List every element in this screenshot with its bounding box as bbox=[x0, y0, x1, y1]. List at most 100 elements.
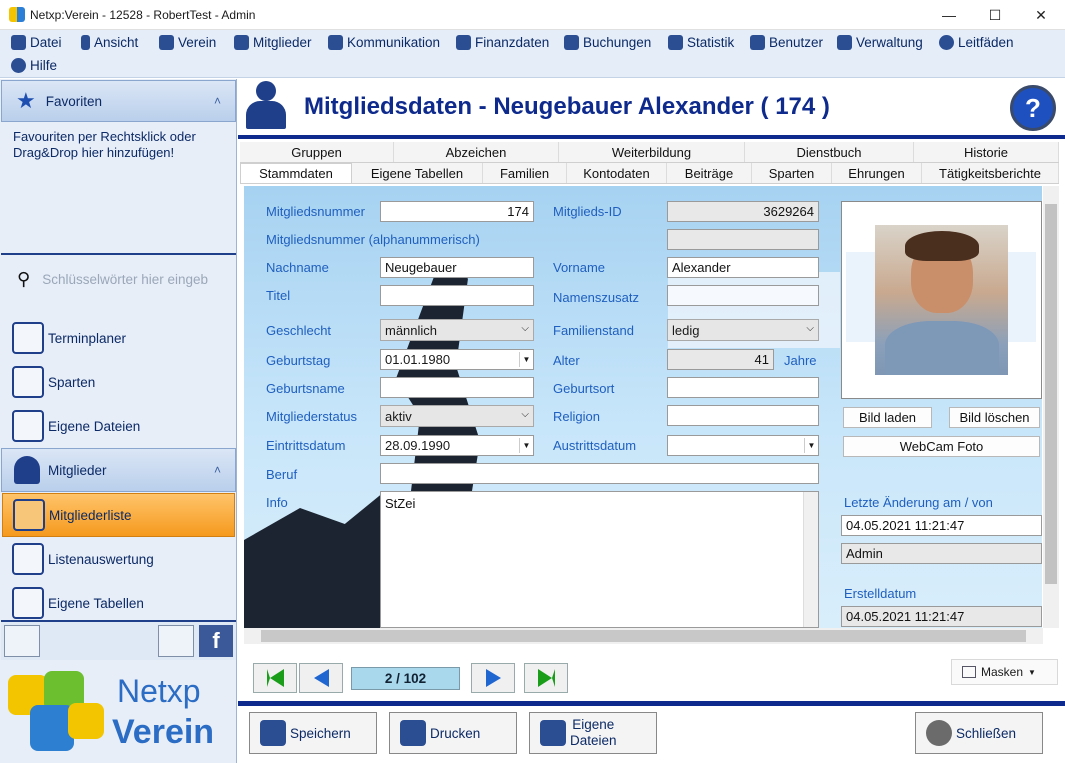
chevron-up-icon[interactable]: ˄ bbox=[214, 94, 221, 108]
sidebar-item-listenauswertung[interactable]: Listenauswertung bbox=[2, 537, 235, 581]
select-value: aktiv bbox=[385, 409, 412, 424]
maximize-button[interactable]: ☐ bbox=[972, 0, 1018, 30]
label-letzte-aenderung: Letzte Änderung am / von bbox=[844, 495, 993, 510]
bild-laden-button[interactable]: Bild laden bbox=[843, 407, 932, 428]
field-letzte-aenderung-datum: 04.05.2021 11:21:47 bbox=[841, 515, 1042, 536]
sidebar-search[interactable]: ⚲ Schlüsselwörter hier eingeb bbox=[1, 257, 236, 301]
help-button[interactable]: ? bbox=[1010, 85, 1056, 131]
minimize-button[interactable]: — bbox=[926, 0, 972, 30]
dropdown-arrow-icon[interactable]: ▼ bbox=[804, 438, 818, 453]
menu-datei[interactable]: Datei bbox=[11, 35, 62, 50]
menu-label: Kommunikation bbox=[347, 35, 441, 50]
menu-verwaltung[interactable]: Verwaltung bbox=[837, 35, 923, 50]
menu-label: Hilfe bbox=[30, 58, 58, 73]
last-record-button[interactable] bbox=[524, 663, 568, 693]
tab-beitraege[interactable]: Beiträge bbox=[667, 163, 752, 183]
horizontal-scrollbar[interactable] bbox=[244, 628, 1043, 644]
field-titel[interactable] bbox=[380, 285, 534, 306]
field-vorname[interactable]: Alexander bbox=[667, 257, 819, 278]
tab-gruppen[interactable]: Gruppen bbox=[240, 142, 394, 162]
vertical-scrollbar[interactable] bbox=[1043, 186, 1059, 628]
menu-mitglieder[interactable]: Mitglieder bbox=[234, 35, 312, 50]
sidebar-item-sparten[interactable]: Sparten bbox=[2, 360, 235, 404]
menu-benutzer[interactable]: Benutzer bbox=[750, 35, 823, 50]
sidebar-item-mitgliederliste[interactable]: Mitgliederliste bbox=[2, 493, 235, 537]
eigene-dateien-button[interactable]: Eigene Dateien bbox=[529, 712, 657, 754]
next-record-button[interactable] bbox=[471, 663, 515, 693]
tab-weiterbildung[interactable]: Weiterbildung bbox=[559, 142, 745, 162]
members-icon bbox=[234, 35, 249, 50]
date-geburtstag[interactable]: 01.01.1980 ▼ bbox=[380, 349, 534, 370]
facebook-icon[interactable]: f bbox=[199, 625, 233, 657]
member-icon bbox=[14, 456, 40, 484]
select-mitgliederstatus[interactable]: aktiv ⌵ bbox=[380, 405, 534, 427]
menu-ansicht[interactable]: Ansicht bbox=[81, 35, 138, 50]
first-record-button[interactable] bbox=[253, 663, 297, 693]
menu-leitfaeden[interactable]: Leitfäden bbox=[939, 35, 1014, 50]
field-geburtsname[interactable] bbox=[380, 377, 534, 398]
schliessen-button[interactable]: Schließen bbox=[915, 712, 1043, 754]
menu-finanzdaten[interactable]: Finanzdaten bbox=[456, 35, 549, 50]
field-alphanum[interactable] bbox=[667, 229, 819, 250]
table-icon bbox=[962, 666, 976, 678]
tab-ehrungen[interactable]: Ehrungen bbox=[832, 163, 922, 183]
mail-icon bbox=[328, 35, 343, 50]
tab-dienstbuch[interactable]: Dienstbuch bbox=[745, 142, 914, 162]
sidebar-item-eigene-dateien[interactable]: Eigene Dateien bbox=[2, 404, 235, 448]
tab-taetigkeitsberichte[interactable]: Tätigkeitsberichte bbox=[922, 163, 1059, 183]
menu-kommunikation[interactable]: Kommunikation bbox=[328, 35, 440, 50]
sidebar-item-terminplaner[interactable]: Terminplaner bbox=[2, 316, 235, 360]
scrollbar-thumb[interactable] bbox=[1045, 204, 1057, 584]
field-nachname[interactable]: Neugebauer bbox=[380, 257, 534, 278]
id-card-icon bbox=[12, 366, 44, 398]
field-geburtsort[interactable] bbox=[667, 377, 819, 398]
members-header[interactable]: Mitglieder ˄ bbox=[1, 448, 236, 492]
close-button[interactable]: ✕ bbox=[1018, 0, 1064, 30]
folder-icon bbox=[12, 410, 44, 442]
sidebar-item-eigene-tabellen[interactable]: Eigene Tabellen bbox=[2, 581, 235, 625]
search-input[interactable]: Schlüsselwörter hier eingeb bbox=[42, 272, 208, 287]
dropdown-arrow-icon[interactable]: ▼ bbox=[519, 352, 533, 367]
logo-text-netxp: Netxp bbox=[117, 673, 201, 709]
masken-dropdown[interactable]: Masken ▼ bbox=[951, 659, 1058, 685]
webcam-foto-button[interactable]: WebCam Foto bbox=[843, 436, 1040, 457]
prev-record-button[interactable] bbox=[299, 663, 343, 693]
speichern-button[interactable]: Speichern bbox=[249, 712, 377, 754]
menu-hilfe[interactable]: Hilfe bbox=[11, 58, 57, 73]
field-mitgliedsnummer[interactable]: 174 bbox=[380, 201, 534, 222]
chevron-up-icon[interactable]: ˄ bbox=[214, 463, 221, 477]
form-panel: Mitgliedsnummer 174 Mitgliedsnummer (alp… bbox=[244, 186, 1042, 628]
bild-loeschen-button[interactable]: Bild löschen bbox=[949, 407, 1040, 428]
monitor-icon[interactable] bbox=[4, 625, 40, 657]
menu-statistik[interactable]: Statistik bbox=[668, 35, 734, 50]
date-austrittsdatum[interactable]: ▼ bbox=[667, 435, 819, 456]
drucken-button[interactable]: Drucken bbox=[389, 712, 517, 754]
tab-stammdaten[interactable]: Stammdaten bbox=[240, 163, 352, 183]
field-namenszusatz[interactable] bbox=[667, 285, 819, 306]
field-beruf[interactable] bbox=[380, 463, 819, 484]
tab-eigene-tabellen[interactable]: Eigene Tabellen bbox=[352, 163, 483, 183]
menu-verein[interactable]: Verein bbox=[159, 35, 216, 50]
info-scrollbar[interactable] bbox=[803, 492, 818, 627]
dropdown-arrow-icon[interactable]: ▼ bbox=[519, 438, 533, 453]
member-icon bbox=[13, 499, 45, 531]
textarea-info[interactable]: StZei bbox=[380, 491, 819, 628]
sidebar-item-label: Terminplaner bbox=[48, 330, 127, 346]
select-familienstand[interactable]: ledig ⌵ bbox=[667, 319, 819, 341]
menu-buchungen[interactable]: Buchungen bbox=[564, 35, 651, 50]
tab-abzeichen[interactable]: Abzeichen bbox=[394, 142, 559, 162]
tab-historie[interactable]: Historie bbox=[914, 142, 1059, 162]
folder-icon bbox=[540, 720, 566, 746]
scrollbar-thumb[interactable] bbox=[261, 630, 1026, 642]
field-religion[interactable] bbox=[667, 405, 819, 426]
trash-icon[interactable] bbox=[158, 625, 194, 657]
tab-sparten[interactable]: Sparten bbox=[752, 163, 832, 183]
tab-kontodaten[interactable]: Kontodaten bbox=[567, 163, 667, 183]
tab-familien[interactable]: Familien bbox=[483, 163, 567, 183]
select-geschlecht[interactable]: männlich ⌵ bbox=[380, 319, 534, 341]
favorites-header[interactable]: ★ Favoriten ˄ bbox=[1, 80, 236, 122]
prev-arrow-icon bbox=[313, 669, 329, 687]
field-alter: 41 bbox=[667, 349, 774, 370]
label-titel: Titel bbox=[266, 288, 291, 303]
date-eintrittsdatum[interactable]: 28.09.1990 ▼ bbox=[380, 435, 534, 456]
